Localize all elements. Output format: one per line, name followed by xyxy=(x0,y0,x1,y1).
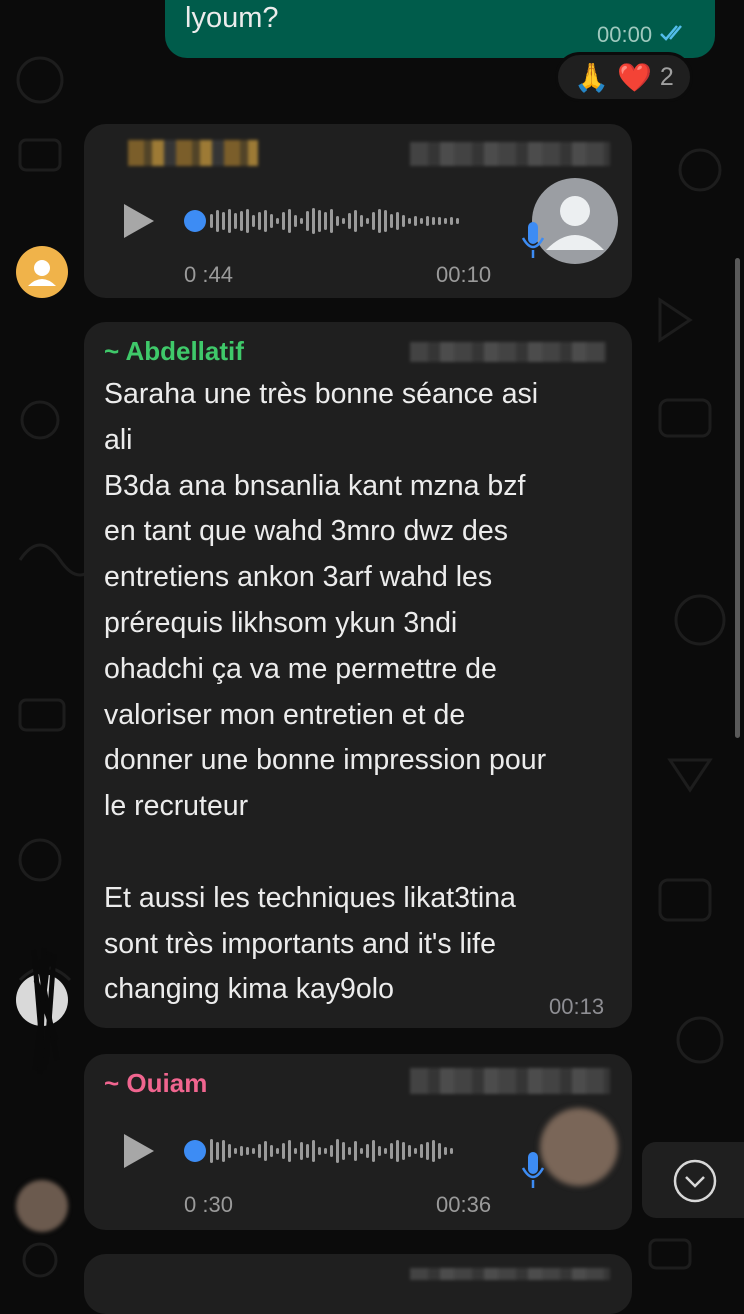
voice-position: 0 :30 xyxy=(184,1192,233,1217)
play-button[interactable] xyxy=(124,204,154,238)
person-icon xyxy=(28,260,56,286)
audio-waveform[interactable] xyxy=(210,1136,453,1166)
sender-name-ouiam[interactable]: ~ Ouiam xyxy=(104,1068,207,1099)
message-bubble-abdellatif[interactable]: ~ Abdellatif Saraha une très bonne séanc… xyxy=(84,322,632,1028)
blurred-sender-name xyxy=(128,140,258,166)
pray-emoji-icon: 🙏 xyxy=(574,61,610,93)
sender-avatar-ouiam[interactable] xyxy=(16,1180,68,1232)
blurred-sender-phone xyxy=(410,1268,610,1280)
reaction-count: 2 xyxy=(659,62,674,91)
outgoing-message-time: 00:00 xyxy=(597,22,653,47)
playback-position-dot[interactable] xyxy=(184,1140,206,1162)
blurred-sender-phone xyxy=(410,1068,610,1094)
next-message-bubble[interactable] xyxy=(84,1254,632,1314)
voice-time: 00:36 xyxy=(436,1192,492,1217)
message-time-abdellatif: 00:13 xyxy=(549,994,605,1019)
message-reactions[interactable]: 🙏 ❤️ 2 xyxy=(555,52,693,102)
scribble-redaction xyxy=(31,947,60,1075)
message-text-abdellatif: Saraha une très bonne séance asi ali B3d… xyxy=(104,378,547,1006)
voice-message-bubble-ouiam[interactable]: ~ Ouiam 0 :30 00:36 xyxy=(84,1054,632,1230)
sender-avatar-default[interactable] xyxy=(16,246,68,298)
voice-position: 0 :44 xyxy=(184,262,233,287)
microphone-icon xyxy=(521,222,545,258)
outgoing-message-bubble[interactable]: lyoum? 00:00 xyxy=(165,0,715,58)
outgoing-message-text: lyoum? xyxy=(185,2,279,34)
audio-waveform[interactable] xyxy=(210,206,459,236)
voice-message-bubble-1[interactable]: 0 :44 00:10 xyxy=(84,124,632,298)
double-check-icon xyxy=(660,25,682,41)
microphone-icon xyxy=(521,1152,545,1188)
blurred-sender-phone xyxy=(410,342,606,362)
heart-emoji-icon: ❤️ xyxy=(617,61,652,93)
voice-sender-avatar-blurred xyxy=(540,1108,618,1186)
scrollbar[interactable] xyxy=(735,258,740,738)
chevron-down-icon xyxy=(673,1159,717,1203)
blurred-sender-phone xyxy=(410,142,610,166)
sender-name-abdellatif[interactable]: ~ Abdellatif xyxy=(104,336,244,367)
playback-position-dot[interactable] xyxy=(184,210,206,232)
voice-time: 00:10 xyxy=(436,262,492,287)
scroll-to-bottom-button[interactable] xyxy=(642,1142,744,1218)
play-button[interactable] xyxy=(124,1134,154,1168)
